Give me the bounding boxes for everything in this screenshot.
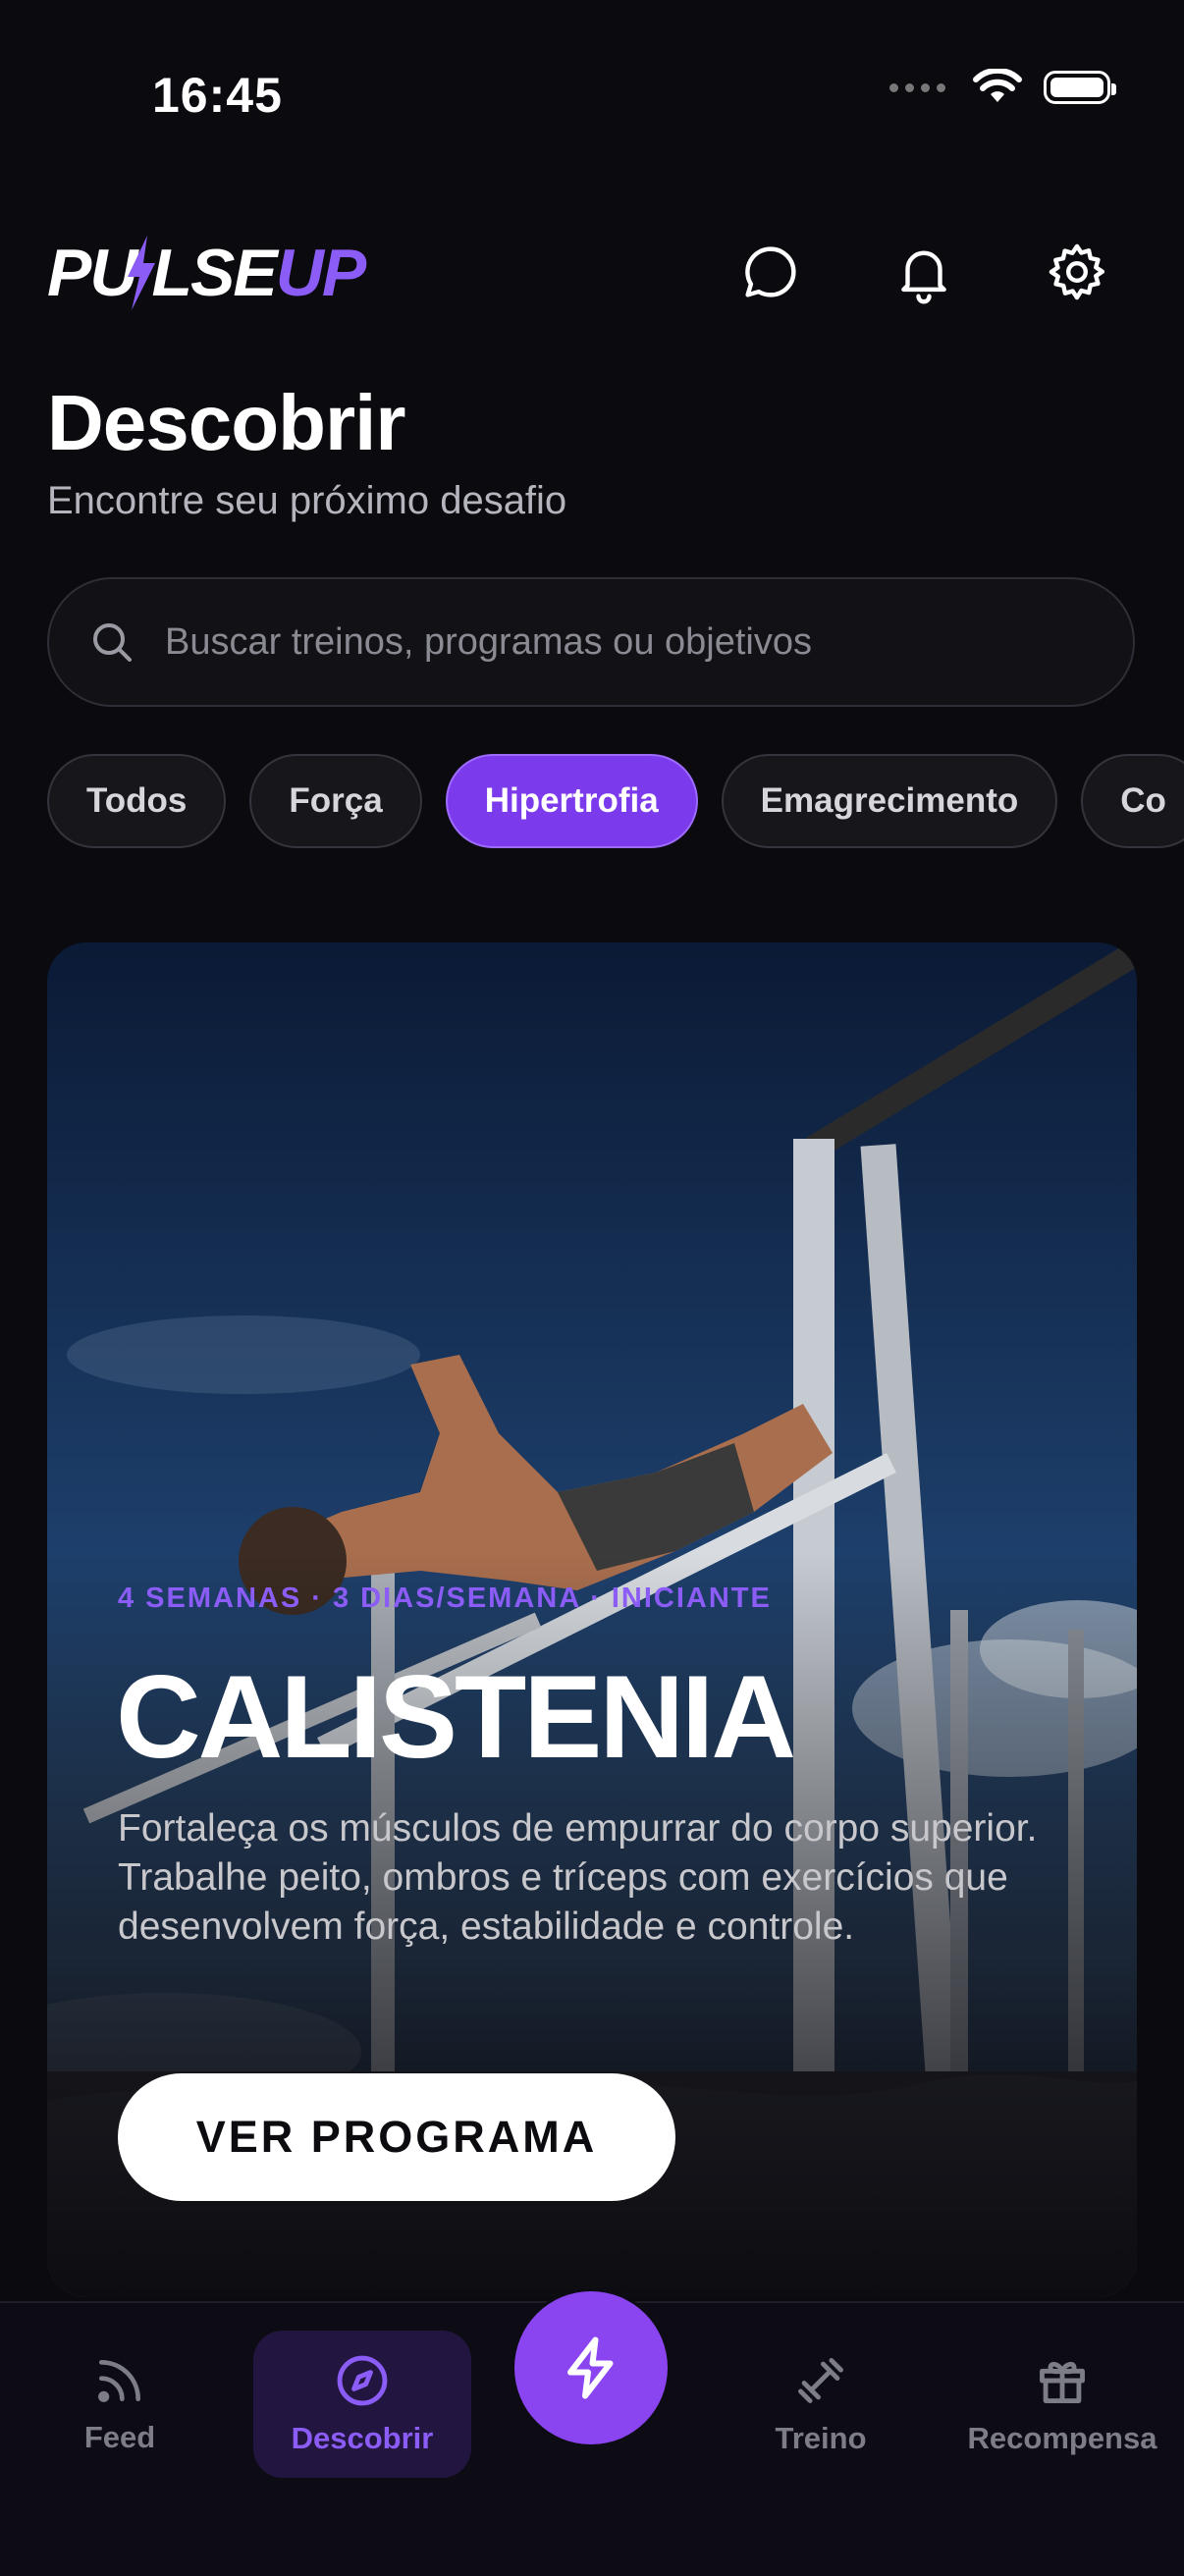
nav-feed[interactable]: Feed	[22, 2331, 218, 2478]
settings-button[interactable]	[1043, 238, 1111, 306]
app-logo: PU LSE UP	[47, 234, 366, 312]
gear-icon	[1049, 243, 1105, 300]
featured-program-card[interactable]: 4 SEMANAS · 3 DIAS/SEMANA · INICIANTE CA…	[47, 942, 1137, 2297]
status-time: 16:45	[152, 68, 283, 123]
page-title: Descobrir	[47, 379, 405, 466]
chip-emagrecimento[interactable]: Emagrecimento	[721, 754, 1058, 848]
chat-button[interactable]	[736, 238, 805, 306]
search-input[interactable]	[163, 619, 1050, 665]
page-subtitle: Encontre seu próximo desafio	[47, 479, 567, 522]
quick-action-button[interactable]	[514, 2291, 668, 2444]
chat-icon	[745, 246, 796, 297]
status-icons	[889, 69, 1116, 106]
program-description: Fortaleça os músculos de empurrar do cor…	[118, 1807, 1038, 1948]
compass-icon	[337, 2355, 388, 2406]
nav-treino-label: Treino	[775, 2421, 867, 2455]
program-title: CALISTENIA	[116, 1651, 796, 1783]
battery-icon	[1044, 71, 1116, 104]
wifi-icon	[973, 69, 1022, 102]
category-chips: Todos Força Hipertrofia Emagrecimento Co	[47, 754, 1184, 848]
nav-descobrir-label: Descobrir	[291, 2421, 434, 2455]
chip-partial[interactable]: Co	[1081, 754, 1184, 848]
feed-icon	[98, 2360, 141, 2402]
search-bar[interactable]	[47, 577, 1135, 707]
view-program-button[interactable]: VER PROGRAMA	[118, 2073, 675, 2201]
chip-forca[interactable]: Força	[249, 754, 422, 848]
gift-icon	[1040, 2361, 1085, 2403]
nav-descobrir[interactable]: Descobrir	[253, 2331, 471, 2478]
nav-recompensa[interactable]: Recompensa	[964, 2331, 1160, 2478]
program-meta: 4 SEMANAS · 3 DIAS/SEMANA · INICIANTE	[118, 1583, 772, 1614]
nav-recompensa-label: Recompensa	[967, 2421, 1157, 2455]
signal-icon	[889, 82, 945, 92]
nav-feed-label: Feed	[83, 2420, 156, 2454]
nav-treino[interactable]: Treino	[723, 2331, 919, 2478]
lightning-icon	[567, 2336, 614, 2399]
logo-text-end: UP	[275, 236, 366, 310]
chip-hipertrofia[interactable]: Hipertrofia	[445, 754, 698, 848]
logo-text-middle: LSE	[151, 236, 277, 310]
dumbbell-icon	[798, 2358, 843, 2403]
notifications-button[interactable]	[889, 238, 958, 306]
search-icon	[93, 623, 132, 662]
chip-todos[interactable]: Todos	[47, 754, 227, 848]
bell-icon	[901, 250, 946, 304]
